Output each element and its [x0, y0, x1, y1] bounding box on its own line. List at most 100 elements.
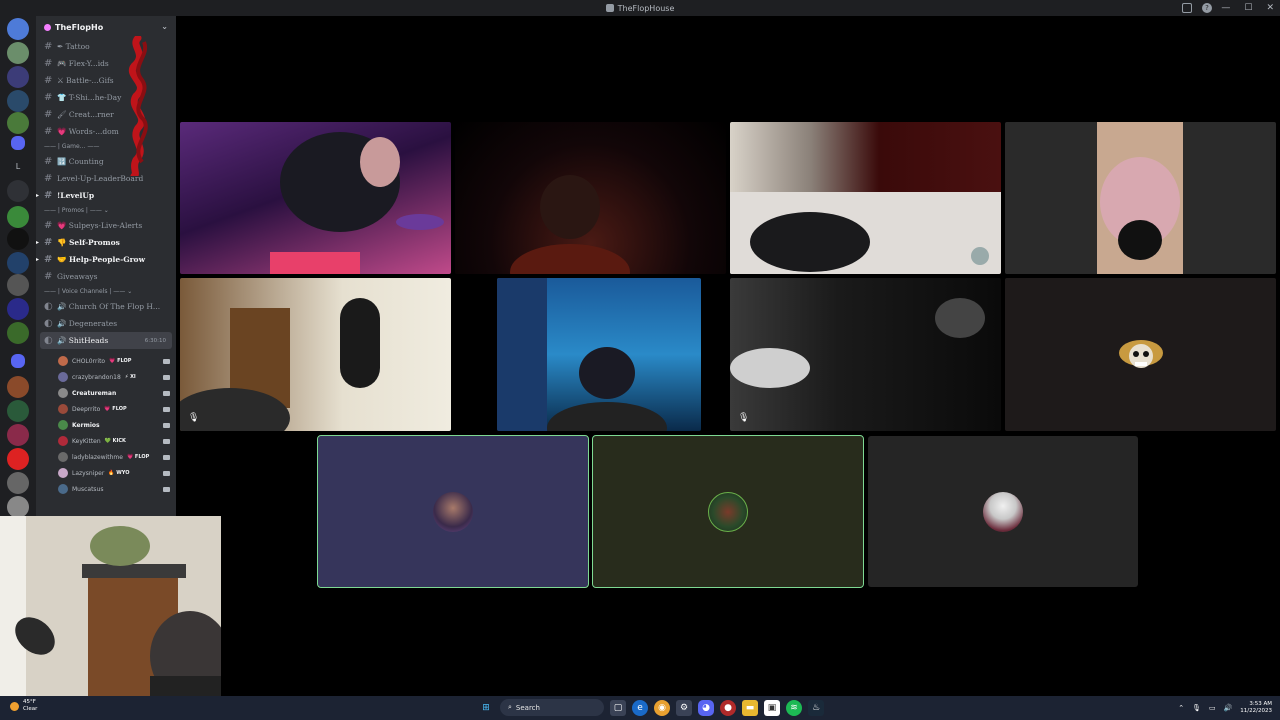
- server-icon[interactable]: [7, 496, 29, 518]
- participant-tile[interactable]: [868, 436, 1138, 587]
- video-stream-tile[interactable]: [730, 122, 1001, 274]
- server-icon[interactable]: L: [7, 162, 29, 176]
- voice-channel[interactable]: ◐ 🔊 Church Of The Flop H...: [36, 298, 176, 315]
- video-placeholder-tile[interactable]: [1005, 278, 1276, 431]
- video-stream-tile[interactable]: 🎙: [730, 278, 1001, 431]
- text-channel[interactable]: # ✒ Tattoo: [36, 38, 176, 55]
- server-icon[interactable]: [7, 18, 29, 40]
- voice-user[interactable]: Muscatsus: [36, 481, 176, 497]
- text-channel[interactable]: # 👕 T-Shi...he-Day: [36, 89, 176, 106]
- channel-category[interactable]: —— | Voice Channels | —— ⌄: [36, 285, 176, 298]
- channel-label: 🔊 Degenerates: [57, 319, 118, 328]
- store-icon[interactable]: ▣: [764, 699, 780, 716]
- voice-user[interactable]: CHOL0rrito 💗 FLOP: [36, 353, 176, 369]
- text-channel[interactable]: # 🎮 Flex-Y...ids: [36, 55, 176, 72]
- server-icon[interactable]: [7, 448, 29, 470]
- clock[interactable]: 3:53 AM 11/22/2023: [1240, 701, 1272, 715]
- text-channel[interactable]: ▸ # !LevelUp: [36, 187, 176, 204]
- voice-user[interactable]: Lazysniper 🔥 WYO: [36, 465, 176, 481]
- text-channel[interactable]: # 💗 Words-...dom: [36, 123, 176, 140]
- server-icon[interactable]: [7, 42, 29, 64]
- search-label: Search: [515, 703, 540, 712]
- spotify-icon[interactable]: ≋: [786, 699, 802, 716]
- server-icon[interactable]: [7, 274, 29, 296]
- folder-icon[interactable]: [11, 136, 25, 150]
- network-icon[interactable]: ▭: [1209, 704, 1216, 712]
- app-icon[interactable]: ●: [720, 699, 736, 716]
- weather-widget[interactable]: 45°F Clear: [10, 699, 37, 713]
- voice-user[interactable]: KeyKitten 💚 KICK: [36, 433, 176, 449]
- edge-icon[interactable]: e: [632, 699, 648, 716]
- participant-tile[interactable]: [317, 435, 589, 588]
- chrome-icon[interactable]: ◉: [654, 699, 670, 716]
- hash-icon: #: [44, 173, 53, 184]
- channel-category[interactable]: —— | Game... ——: [36, 140, 176, 153]
- streaming-icon: [163, 358, 170, 364]
- voice-user[interactable]: Deeprrito 💗 FLOP: [36, 401, 176, 417]
- participant-tile[interactable]: [592, 435, 864, 588]
- voice-user-name: Lazysniper: [72, 469, 105, 477]
- volume-icon[interactable]: 🔊: [1224, 704, 1233, 712]
- channel-label: ✒ Tattoo: [57, 42, 90, 51]
- server-icon[interactable]: [7, 206, 29, 228]
- server-icon[interactable]: [7, 298, 29, 320]
- text-channel[interactable]: # Level-Up-LeaderBoard: [36, 170, 176, 187]
- voice-user[interactable]: Kermios: [36, 417, 176, 433]
- server-icon[interactable]: [7, 376, 29, 398]
- microphone-icon[interactable]: 🎙: [1192, 704, 1201, 712]
- server-icon[interactable]: [7, 180, 29, 202]
- channel-label: 🔊 ShitHeads: [57, 336, 109, 345]
- text-channel[interactable]: # 🔢 Counting: [36, 153, 176, 170]
- voice-user[interactable]: crazybrandon18 ⚡ XI: [36, 369, 176, 385]
- inbox-icon[interactable]: [1182, 3, 1192, 13]
- server-icon[interactable]: [7, 400, 29, 422]
- video-stream-tile[interactable]: [1005, 122, 1276, 274]
- server-icon[interactable]: [7, 66, 29, 88]
- user-tag: 💚 KICK: [104, 438, 126, 444]
- text-channel[interactable]: # 🖌 Creat...rner: [36, 106, 176, 123]
- minimize-icon[interactable]: —: [1221, 3, 1230, 13]
- server-icon[interactable]: [7, 424, 29, 446]
- user-tag: 💗 FLOP: [104, 406, 127, 412]
- folder-icon[interactable]: [11, 354, 25, 368]
- video-stream-tile[interactable]: [497, 278, 701, 431]
- voice-user[interactable]: Creatureman: [36, 385, 176, 401]
- text-channel[interactable]: ▸ # 👎 Self-Promos: [36, 234, 176, 251]
- discord-icon[interactable]: ◕: [698, 699, 714, 716]
- text-channel[interactable]: # Giveaways: [36, 268, 176, 285]
- server-icon[interactable]: [7, 228, 29, 250]
- chevron-down-icon[interactable]: ⌄: [161, 22, 168, 31]
- server-icon[interactable]: [7, 252, 29, 274]
- streaming-icon: [163, 374, 170, 380]
- server-icon[interactable]: [7, 112, 29, 134]
- text-channel[interactable]: # ⚔ Battle-...Gifs: [36, 72, 176, 89]
- streaming-icon: [163, 470, 170, 476]
- taskbar-search[interactable]: ⌕ Search: [500, 699, 604, 716]
- voice-channel[interactable]: ◐ 🔊 ShitHeads 6:30:10: [40, 332, 172, 349]
- server-icon[interactable]: [7, 90, 29, 112]
- steam-icon[interactable]: ♨: [808, 699, 824, 716]
- task-view-icon[interactable]: ▢: [610, 699, 626, 716]
- server-icon[interactable]: [7, 322, 29, 344]
- voice-user-list: CHOL0rrito 💗 FLOP crazybrandon18 ⚡ XI Creatu…: [36, 353, 176, 497]
- video-stream-tile[interactable]: 🎙: [180, 278, 451, 431]
- maximize-icon[interactable]: ☐: [1244, 3, 1252, 13]
- video-stream-tile[interactable]: [180, 122, 451, 274]
- video-stream-tile[interactable]: [455, 122, 726, 274]
- channel-category[interactable]: —— | Promos | —— ⌄: [36, 204, 176, 217]
- hash-icon: #: [44, 237, 53, 248]
- file-explorer-icon[interactable]: ▬: [742, 699, 758, 716]
- voice-user[interactable]: ladyblazewithme 💗 FLOP: [36, 449, 176, 465]
- server-header[interactable]: TheFlopHo ⌄: [36, 16, 176, 38]
- channel-label: 💗 Sulpeys-Live-Alerts: [57, 221, 143, 230]
- voice-channel[interactable]: ◐ 🔊 Degenerates: [36, 315, 176, 332]
- start-menu-icon[interactable]: ⊞: [478, 700, 494, 716]
- text-channel[interactable]: # 💗 Sulpeys-Live-Alerts: [36, 217, 176, 234]
- help-icon[interactable]: ?: [1202, 3, 1212, 13]
- server-icon[interactable]: [7, 472, 29, 494]
- user-tag: 🔥 WYO: [108, 470, 130, 476]
- text-channel[interactable]: ▸ # 🤝 Help-People-Grow: [36, 251, 176, 268]
- settings-gear-icon[interactable]: ⚙: [676, 699, 692, 716]
- close-icon[interactable]: ✕: [1266, 3, 1274, 13]
- chevron-up-icon[interactable]: ⌃: [1178, 704, 1184, 712]
